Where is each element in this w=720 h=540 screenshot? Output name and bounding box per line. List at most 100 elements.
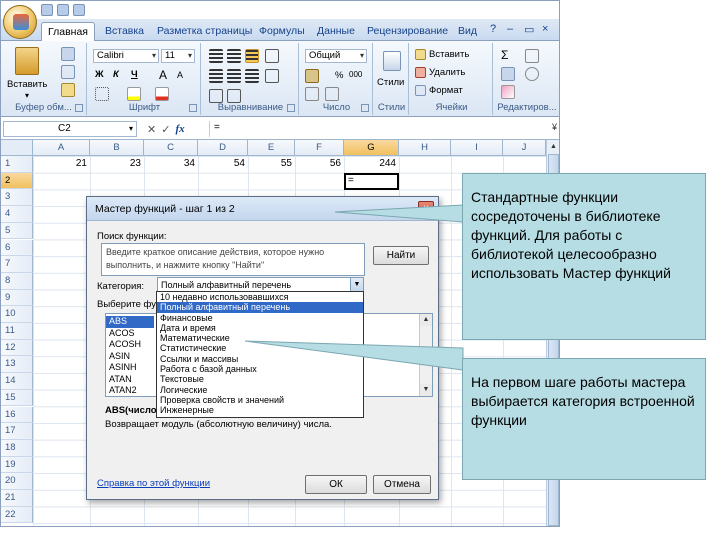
row-header[interactable]: 13 (1, 356, 33, 374)
underline-button[interactable]: Ч (131, 69, 138, 80)
active-cell[interactable]: = (344, 173, 399, 190)
italic-button[interactable]: К (113, 69, 119, 80)
cell-e1[interactable]: 55 (248, 156, 295, 172)
tab-formulas[interactable]: Формулы (253, 22, 311, 41)
column-header-e[interactable]: E (248, 140, 295, 156)
scroll-down-icon[interactable]: ▼ (420, 384, 432, 396)
column-header-a[interactable]: A (33, 140, 90, 156)
dropdown-item[interactable]: Математические (157, 333, 363, 343)
thousands-button[interactable]: 000 (349, 70, 362, 79)
column-header-h[interactable]: H (399, 140, 451, 156)
font-size-combo[interactable]: 11 (161, 49, 195, 63)
search-function-input[interactable]: Введите краткое описание действия, котор… (101, 243, 365, 276)
paste-button[interactable]: Вставить (7, 79, 47, 90)
row-header[interactable]: 2 (1, 172, 33, 190)
font-color-icon[interactable] (155, 87, 169, 101)
row-header[interactable]: 7 (1, 256, 33, 273)
align-center-icon[interactable] (227, 69, 241, 83)
format-painter-icon[interactable] (61, 83, 75, 97)
clipboard-launcher-icon[interactable] (75, 104, 83, 112)
row-header[interactable]: 22 (1, 506, 33, 524)
font-launcher-icon[interactable] (189, 104, 197, 112)
cell-g1[interactable]: 244 (344, 156, 399, 172)
category-dropdown-icon[interactable]: ▼ (350, 278, 363, 291)
ok-button[interactable]: ОК (305, 475, 367, 494)
alignment-launcher-icon[interactable] (287, 104, 295, 112)
dropdown-item[interactable]: 10 недавно использовавшихся (157, 292, 363, 302)
align-left-icon[interactable] (209, 69, 223, 83)
format-cells-button[interactable]: Формат (429, 85, 463, 96)
styles-button[interactable]: Стили (377, 77, 404, 88)
delete-cells-button[interactable]: Удалить (429, 67, 465, 78)
column-header-c[interactable]: C (144, 140, 198, 156)
fill-color-icon[interactable] (127, 87, 141, 101)
sort-filter-icon[interactable] (525, 49, 539, 63)
scroll-up-icon[interactable]: ▲ (548, 141, 559, 152)
column-header-b[interactable]: B (90, 140, 144, 156)
cut-icon[interactable] (61, 47, 75, 61)
grow-font-button[interactable]: A (159, 68, 167, 82)
insert-cells-button[interactable]: Вставить (429, 49, 469, 60)
paste-dropdown-icon[interactable]: ▾ (25, 91, 29, 100)
row-header[interactable]: 15 (1, 389, 33, 407)
restore-icon[interactable]: ▭ (524, 23, 534, 36)
column-header-j[interactable]: J (503, 140, 546, 156)
styles-icon[interactable] (383, 51, 401, 71)
decrease-indent-icon[interactable] (209, 89, 223, 103)
save-icon[interactable] (41, 4, 53, 16)
row-header[interactable]: 21 (1, 490, 33, 507)
tab-view[interactable]: Вид (452, 22, 483, 41)
bold-button[interactable]: Ж (95, 69, 104, 80)
tab-page-layout[interactable]: Разметка страницы (151, 22, 258, 41)
cell-f1[interactable]: 56 (295, 156, 344, 172)
row-header[interactable]: 12 (1, 339, 33, 357)
percent-button[interactable]: % (335, 70, 343, 81)
row-header[interactable]: 17 (1, 423, 33, 440)
dialog-close-button[interactable]: × (418, 201, 434, 217)
align-right-icon[interactable] (245, 69, 259, 83)
cancel-entry-icon[interactable]: ✕ (147, 123, 156, 136)
find-select-icon[interactable] (525, 67, 539, 81)
find-button[interactable]: Найти (373, 246, 429, 265)
dropdown-item[interactable]: Дата и время (157, 323, 363, 333)
increase-indent-icon[interactable] (227, 89, 241, 103)
row-header[interactable]: 6 (1, 239, 33, 257)
increase-decimal-icon[interactable] (305, 87, 319, 101)
orientation-icon[interactable] (265, 49, 279, 63)
dropdown-item[interactable]: Финансовые (157, 313, 363, 323)
cell-c1[interactable]: 34 (144, 156, 198, 172)
enter-icon[interactable]: ✓ (161, 123, 170, 136)
dropdown-item[interactable]: Текстовые (157, 374, 363, 384)
row-header[interactable]: 5 (1, 222, 33, 240)
column-header-i[interactable]: I (451, 140, 503, 156)
tab-home[interactable]: Главная (41, 22, 95, 41)
row-header[interactable]: 19 (1, 456, 33, 474)
paste-icon[interactable] (15, 47, 39, 75)
category-select[interactable]: Полный алфавитный перечень ▼ (157, 277, 364, 292)
shrink-font-button[interactable]: A (177, 70, 183, 80)
row-header[interactable]: 9 (1, 289, 33, 307)
cell-a1[interactable]: 21 (33, 156, 90, 172)
row-header[interactable]: 16 (1, 406, 33, 424)
name-box[interactable]: C2 (3, 121, 137, 137)
tab-review[interactable]: Рецензирование (361, 22, 454, 41)
decrease-decimal-icon[interactable] (325, 87, 339, 101)
row-header[interactable]: 8 (1, 272, 33, 290)
close-icon[interactable]: × (542, 23, 548, 35)
align-middle-icon[interactable] (227, 49, 241, 63)
list-item-function[interactable]: ABS (106, 316, 154, 328)
expand-formula-bar-icon[interactable]: ¥ (552, 122, 557, 132)
font-name-combo[interactable]: Calibri (93, 49, 159, 63)
tab-data[interactable]: Данные (311, 22, 361, 41)
redo-icon[interactable] (73, 4, 85, 16)
select-all-corner[interactable] (1, 140, 33, 156)
office-button[interactable] (3, 5, 37, 39)
row-header[interactable]: 3 (1, 189, 33, 207)
number-launcher-icon[interactable] (361, 104, 369, 112)
row-header[interactable]: 14 (1, 373, 33, 390)
align-top-icon[interactable] (209, 49, 223, 63)
cell-b1[interactable]: 23 (90, 156, 144, 172)
merge-cells-icon[interactable] (265, 69, 279, 83)
row-header[interactable]: 1 (1, 156, 33, 173)
row-header[interactable]: 10 (1, 306, 33, 323)
